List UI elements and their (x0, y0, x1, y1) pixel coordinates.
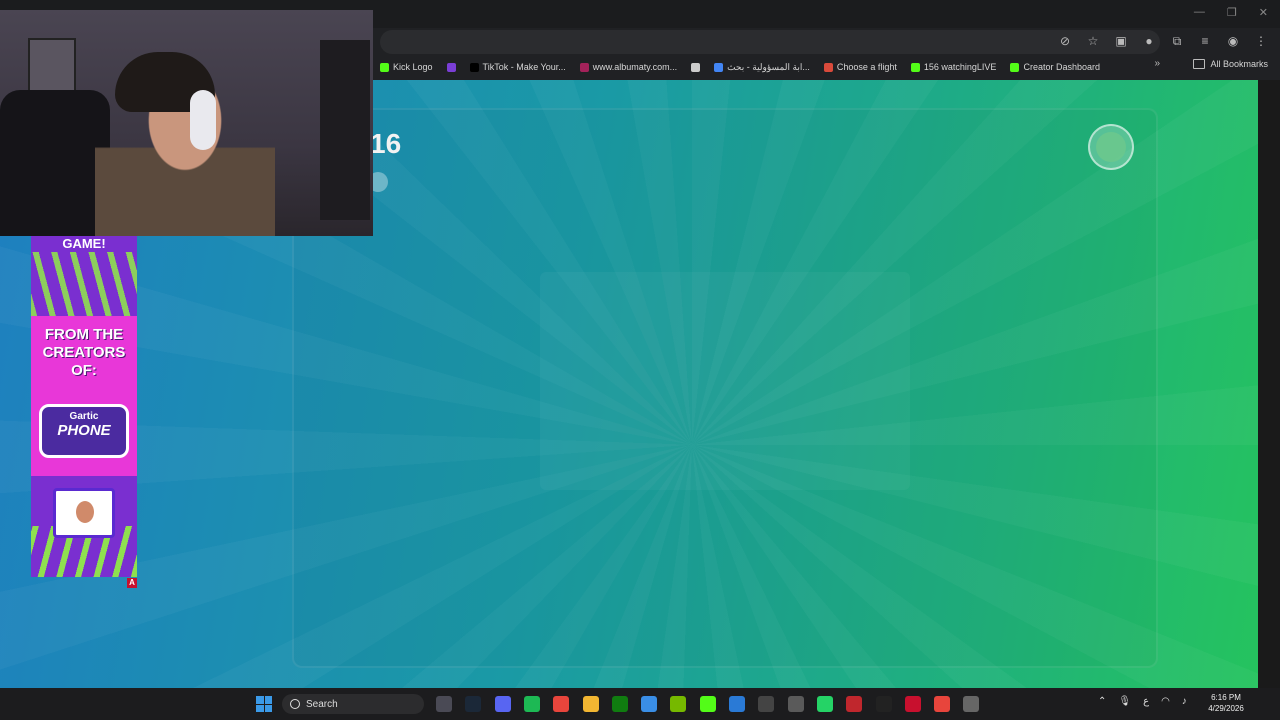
bookmark-item[interactable]: Kick Logo (380, 62, 433, 72)
bookmark-favicon-icon (579, 62, 589, 72)
spotify-icon[interactable] (523, 696, 540, 712)
discord-icon[interactable] (494, 696, 511, 712)
folder-icon (1193, 59, 1206, 69)
gartic-phone-logo: Gartic PHONE (39, 404, 129, 458)
bookmark-item[interactable]: Choose a flight (823, 62, 897, 72)
chrome-icon[interactable] (553, 696, 570, 712)
acrobat-icon[interactable] (904, 696, 921, 712)
bookmark-item[interactable]: Creator Dashboard (1010, 62, 1100, 72)
logo-line-2: PHONE (57, 422, 111, 439)
wps-icon[interactable] (846, 696, 863, 712)
more-bookmarks-button[interactable]: » (1154, 58, 1160, 69)
xbox-icon[interactable] (611, 696, 628, 712)
windows-start-icon[interactable] (256, 696, 272, 712)
extension-icon-2[interactable]: ● (1142, 34, 1156, 49)
nvidia-icon[interactable] (670, 696, 687, 712)
bookmark-label: Kick Logo (393, 62, 433, 72)
bookmark-item[interactable]: www.albumaty.com... (579, 62, 678, 72)
bookmark-favicon-icon (469, 62, 479, 72)
ad-stripes (31, 252, 137, 316)
bookmark-favicon-icon (691, 62, 701, 72)
ad-top-text: GAME! (62, 236, 106, 251)
bookmark-label: www.albumaty.com... (592, 62, 678, 72)
headset (190, 90, 216, 150)
bookmark-item[interactable] (691, 62, 701, 72)
settings-icon[interactable] (963, 696, 980, 712)
wifi-icon[interactable]: ◠ (1161, 696, 1170, 707)
taskbar (0, 688, 1280, 720)
steam-icon[interactable] (465, 696, 482, 712)
language-indicator[interactable]: ع (1143, 696, 1149, 707)
camera-icon[interactable] (436, 696, 452, 712)
puzzle-icon[interactable]: ⧉ (1170, 34, 1184, 49)
logo-line-1: Gartic (69, 411, 99, 422)
app-icon[interactable] (729, 696, 745, 712)
bookmark-label: Choose a flight (836, 62, 897, 72)
extension-icon-1[interactable]: ▣ (1114, 34, 1128, 49)
calendar-illustration (53, 488, 115, 538)
kick-icon[interactable] (699, 696, 716, 712)
system-tray: ⌃ 🎙 ع ◠ ♪ (1098, 696, 1187, 707)
whatsapp-icon[interactable] (816, 696, 833, 712)
menu-icon[interactable]: ⋮ (1254, 34, 1268, 49)
star-icon[interactable]: ☆ (1086, 34, 1100, 49)
bookmark-favicon-icon (446, 62, 456, 72)
bookmark-favicon-icon (380, 62, 389, 72)
gaming-chair (0, 90, 110, 236)
window-controls: — ❐ ✕ (1194, 6, 1268, 19)
bookmark-favicon-icon (823, 62, 833, 72)
bookmark-label: 156 watchingLIVE (923, 62, 997, 72)
bookmark-item[interactable]: 156 watchingLIVE (910, 62, 997, 72)
reading-list-icon[interactable]: ≡ (1198, 34, 1212, 49)
round-counter: 16 (370, 128, 402, 159)
volume-icon[interactable]: ♪ (1182, 696, 1187, 707)
ad-banner[interactable]: GAME! FROM THE CREATORS OF: Gartic PHONE (31, 236, 137, 577)
bookmark-label: ﺍﺑﺔ ﺍﻟﻤﺴﺆﻭﻟﻴﺔ - ﺑﺤﺚ... (727, 61, 810, 72)
bookmarks-bar: Kick Logo TikTok - Make Your... www.albuma… (380, 58, 1280, 76)
bookmark-item[interactable] (446, 62, 456, 72)
center-card (540, 272, 910, 490)
capcut-2-icon[interactable] (875, 696, 892, 712)
chevron-up-icon[interactable]: ⌃ (1098, 696, 1106, 707)
clock-date: 4/29/2026 (1208, 704, 1244, 713)
address-bar[interactable] (380, 30, 1160, 54)
shelf (320, 40, 370, 220)
clock-time: 6:16 PM (1211, 693, 1241, 702)
capcut-icon[interactable] (758, 696, 775, 712)
no-tracking-icon[interactable]: ⊘ (1058, 34, 1072, 49)
taskbar-search[interactable]: Search (282, 694, 424, 714)
search-icon (290, 699, 300, 709)
ad-choices-badge[interactable]: A (127, 578, 137, 588)
webcam-overlay (0, 10, 373, 236)
bookmark-item[interactable]: TikTok - Make Your... (469, 62, 566, 72)
bookmark-favicon-icon (910, 62, 920, 72)
all-bookmarks-button[interactable]: All Bookmarks (1193, 59, 1268, 69)
chrome-2-icon[interactable] (934, 696, 951, 712)
profile-avatar[interactable]: ◉ (1226, 34, 1240, 49)
scrollbar[interactable] (1258, 80, 1280, 688)
bookmark-item[interactable]: ﺍﺑﺔ ﺍﻟﻤﺴﺆﻭﻟﻴﺔ - ﺑﺤﺚ... (714, 62, 810, 73)
microphone-icon[interactable]: 🎙 (1118, 696, 1131, 707)
ad-tagline: FROM THE CREATORS OF: (42, 326, 126, 379)
taskbar-clock[interactable]: 6:16 PM 4/29/2026 (1200, 692, 1252, 714)
close-icon[interactable]: ✕ (1259, 6, 1268, 19)
minimize-icon[interactable]: — (1194, 6, 1205, 19)
ad-header: GAME! (31, 236, 137, 316)
store-icon[interactable] (641, 696, 658, 712)
browser-toolbar: ⊘ ☆ ▣ ● ⧉ ≡ ◉ ⋮ (1058, 34, 1268, 49)
all-bookmarks-label: All Bookmarks (1210, 59, 1268, 69)
bookmark-favicon-icon (1010, 62, 1020, 72)
maximize-icon[interactable]: ❐ (1227, 6, 1237, 19)
character-illustration (76, 501, 94, 523)
search-label: Search (306, 698, 338, 710)
bookmark-label: Creator Dashboard (1023, 62, 1100, 72)
bookmark-label: TikTok - Make Your... (482, 62, 566, 72)
timer-icon (1088, 124, 1134, 170)
notepad-icon[interactable] (787, 696, 804, 712)
file-explorer-icon[interactable] (582, 696, 599, 712)
bookmark-favicon-icon (714, 62, 724, 72)
